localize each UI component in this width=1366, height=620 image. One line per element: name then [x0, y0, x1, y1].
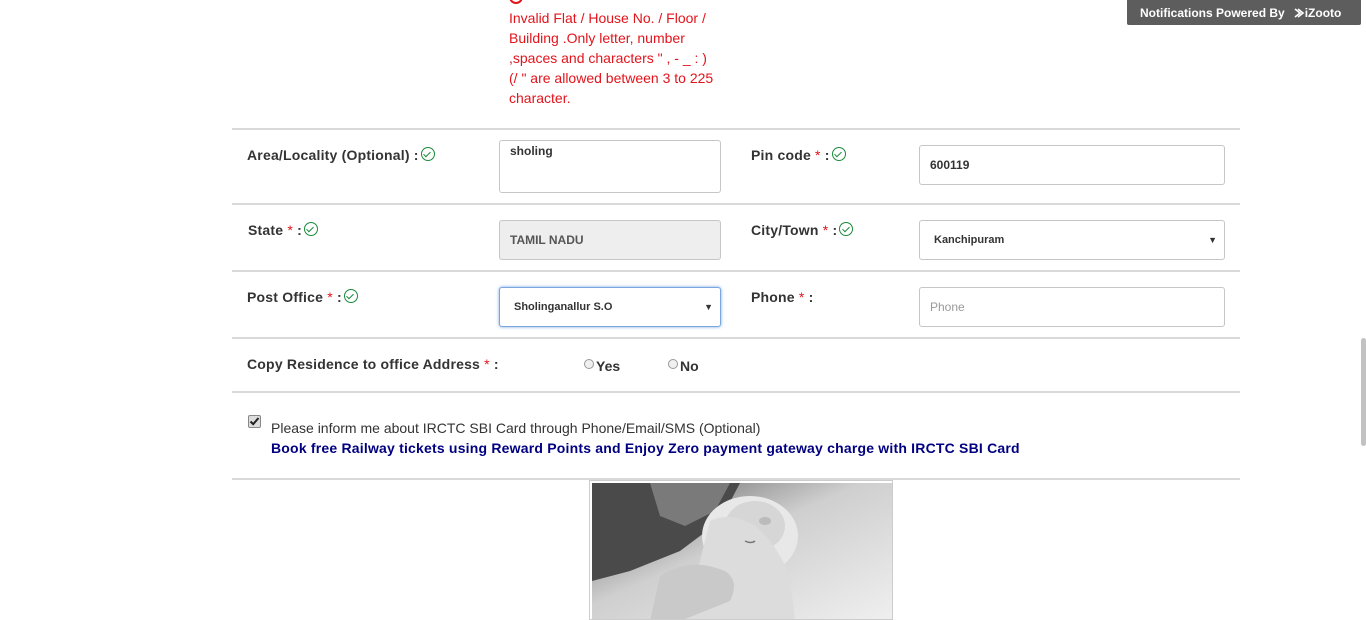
- izooto-brand-label: iZooto: [1304, 5, 1342, 20]
- dropdown-arrow-icon: ▼: [1208, 235, 1217, 245]
- label-colon: :: [824, 147, 830, 163]
- required-marker: *: [815, 147, 821, 163]
- area-label-text: Area/Locality (Optional) :: [247, 147, 419, 163]
- required-marker: *: [798, 289, 805, 305]
- copy-address-label-text: Copy Residence to office Address: [247, 356, 481, 372]
- baby-photo-image: [592, 483, 892, 619]
- copy-address-yes-radio[interactable]: [584, 359, 594, 369]
- city-label: City/Town * :: [751, 222, 854, 238]
- required-marker: *: [822, 222, 829, 238]
- notification-badge[interactable]: Notifications Powered By iZooto: [1127, 0, 1361, 25]
- required-marker: *: [327, 289, 333, 305]
- pincode-label: Pin code * :: [751, 147, 846, 163]
- copy-address-no-label[interactable]: No: [680, 358, 699, 374]
- label-colon: :: [493, 356, 499, 372]
- label-colon: :: [832, 222, 838, 238]
- required-marker: *: [484, 356, 490, 372]
- valid-check-icon: [420, 147, 435, 161]
- valid-check-icon: [831, 147, 846, 161]
- area-locality-input[interactable]: sholing: [499, 140, 721, 193]
- divider: [232, 337, 1240, 339]
- divider: [232, 391, 1240, 393]
- copy-address-no-radio[interactable]: [668, 359, 678, 369]
- consent-text: Please inform me about IRCTC SBI Card th…: [271, 420, 761, 436]
- divider: [232, 203, 1240, 205]
- city-select-value: Kanchipuram: [934, 234, 1005, 246]
- valid-check-icon: [343, 289, 358, 303]
- baby-photo: [589, 480, 893, 620]
- post-office-select[interactable]: Sholinganallur S.O ▼: [499, 287, 721, 327]
- valid-check-icon: [303, 222, 318, 236]
- notification-text: Notifications Powered By: [1140, 5, 1285, 20]
- city-select[interactable]: Kanchipuram ▼: [919, 220, 1225, 260]
- state-label: State * :: [248, 222, 318, 238]
- address-error-message: Invalid Flat / House No. / Floor / Build…: [509, 10, 714, 106]
- error-icon: [509, 0, 523, 4]
- copy-address-label: Copy Residence to office Address * :: [247, 356, 499, 372]
- divider: [232, 270, 1240, 272]
- izooto-logo-icon: [1294, 7, 1304, 18]
- state-label-text: State: [248, 222, 284, 238]
- phone-label-text: Phone: [751, 289, 795, 305]
- scrollbar-thumb[interactable]: [1361, 338, 1366, 446]
- label-colon: :: [808, 289, 814, 305]
- label-colon: :: [336, 289, 342, 305]
- label-colon: :: [297, 222, 302, 238]
- dropdown-arrow-icon: ▼: [704, 302, 713, 312]
- irctc-promo-text: Book free Railway tickets using Reward P…: [271, 440, 1020, 456]
- city-label-text: City/Town: [751, 222, 819, 238]
- post-office-label-text: Post Office: [247, 289, 324, 305]
- area-label: Area/Locality (Optional) :: [247, 147, 435, 163]
- phone-input[interactable]: [919, 287, 1225, 327]
- izooto-logo: iZooto: [1293, 5, 1342, 20]
- checkmark-icon: [249, 417, 260, 426]
- state-input: [499, 220, 721, 260]
- pincode-input[interactable]: [919, 145, 1225, 185]
- copy-address-yes-label[interactable]: Yes: [596, 358, 620, 374]
- required-marker: *: [287, 222, 293, 238]
- valid-check-icon: [839, 222, 854, 236]
- divider: [232, 128, 1240, 130]
- phone-label: Phone * :: [751, 289, 814, 305]
- post-office-select-value: Sholinganallur S.O: [514, 301, 613, 313]
- pincode-label-text: Pin code: [751, 147, 811, 163]
- post-office-label: Post Office * :: [247, 289, 358, 305]
- consent-checkbox[interactable]: [248, 415, 261, 428]
